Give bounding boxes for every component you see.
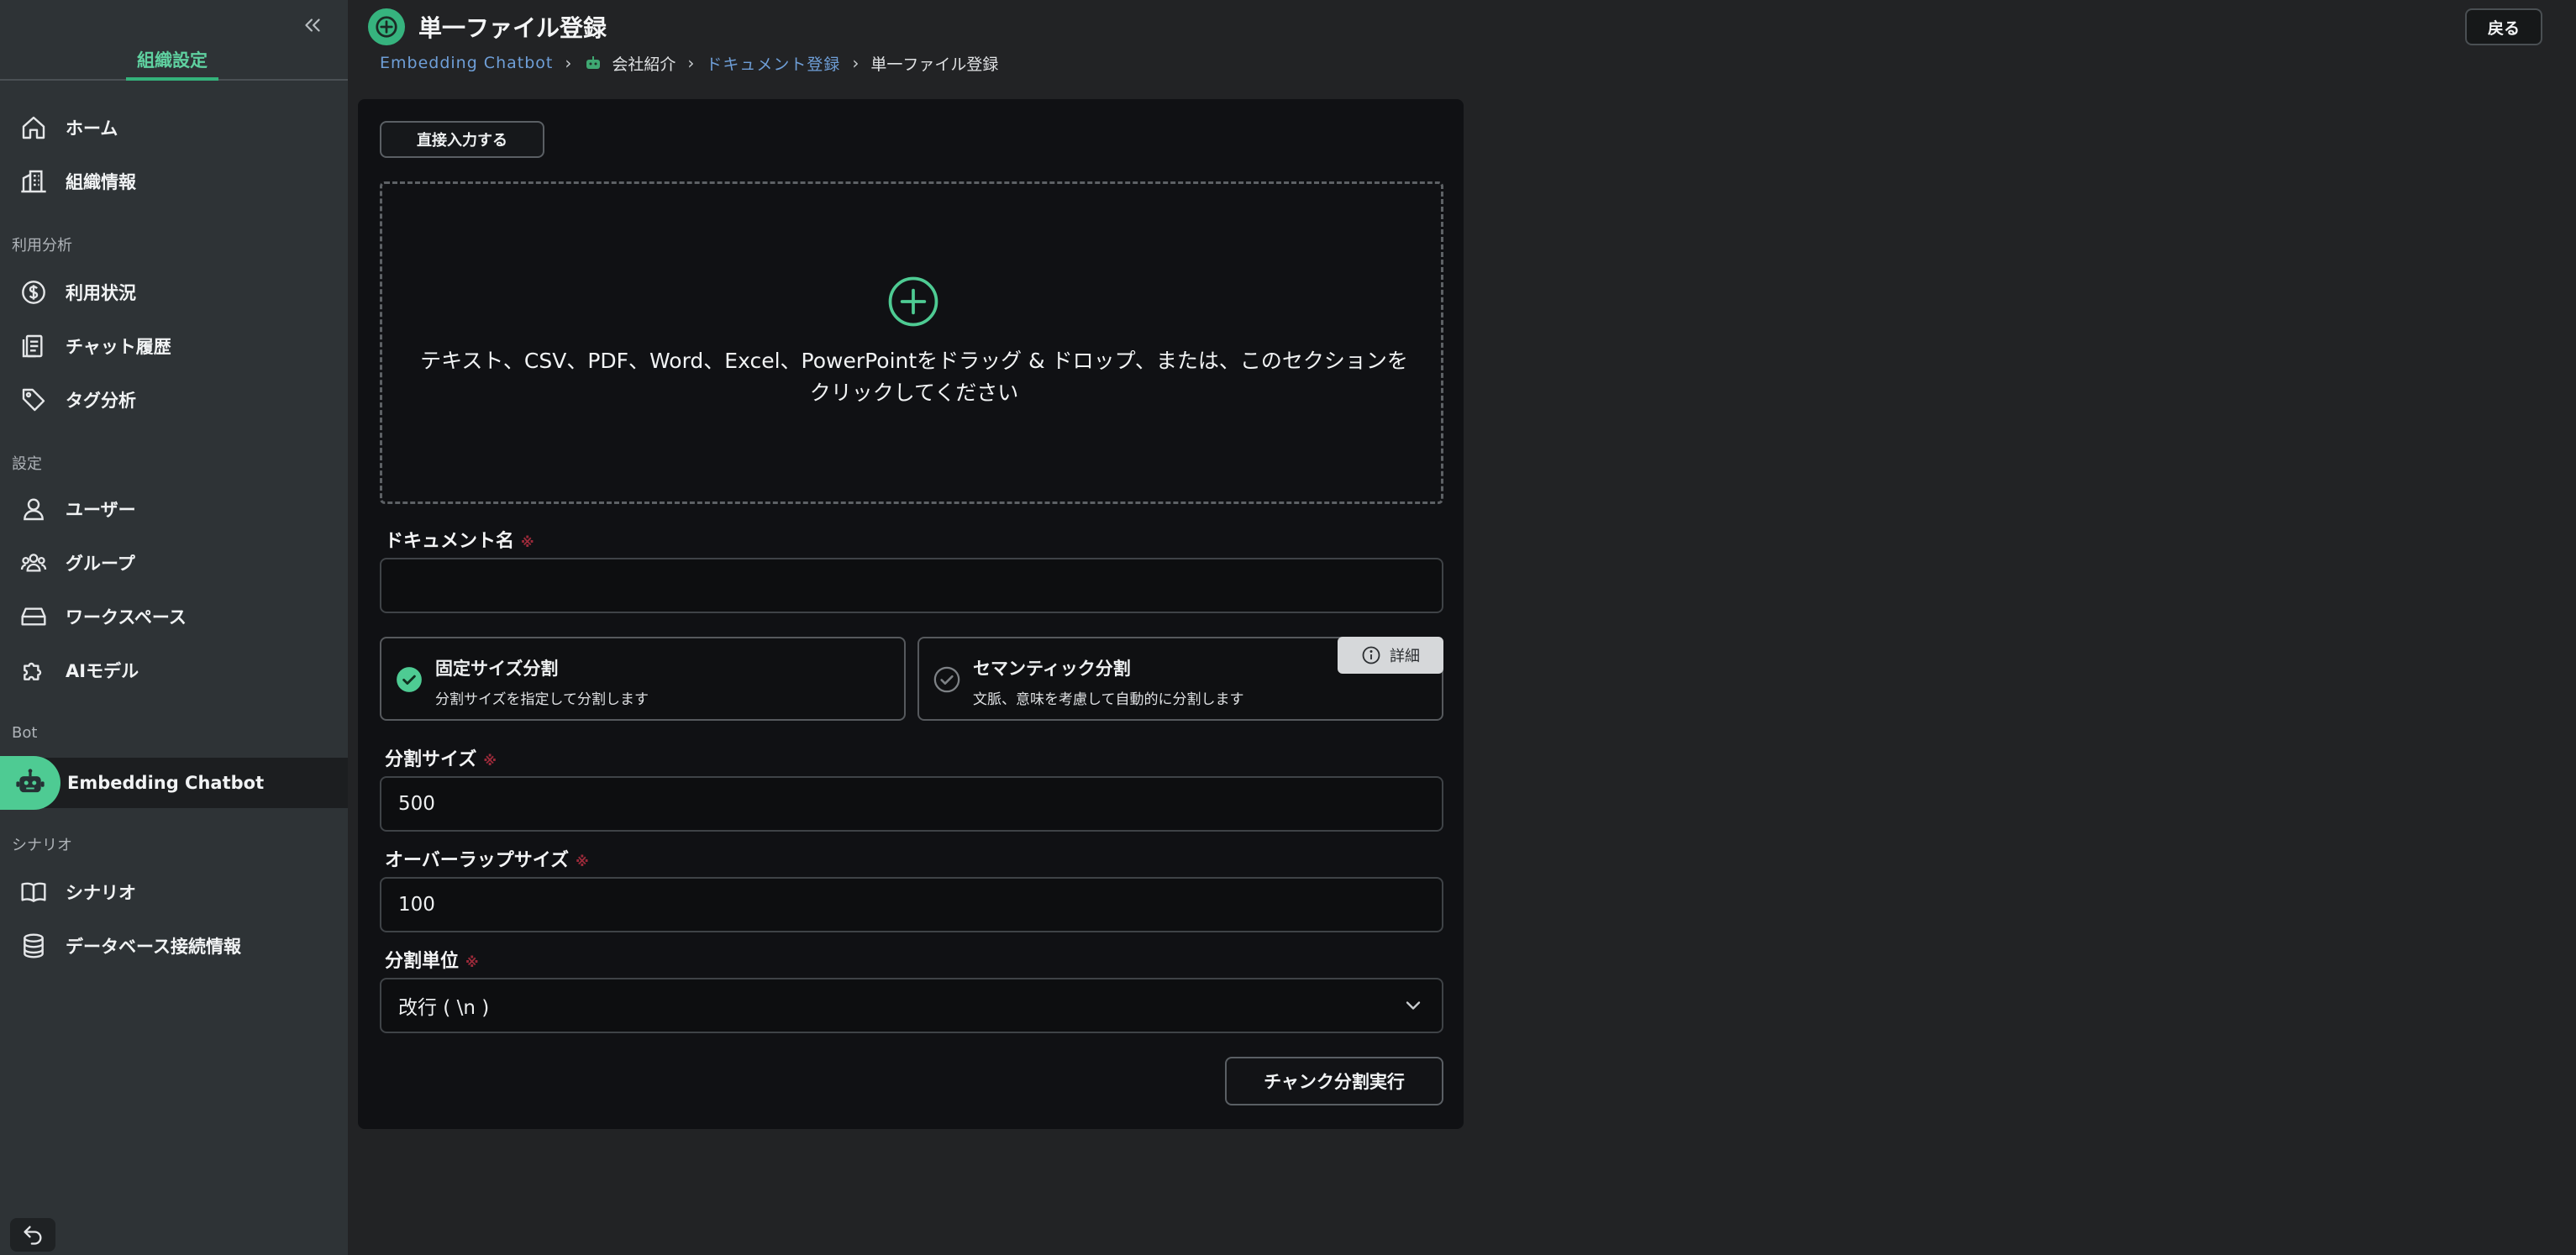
split-unit-label-text: 分割単位 <box>385 951 460 972</box>
sidebar-item-label: ユーザー <box>66 500 136 520</box>
sidebar-item-embedding-chatbot[interactable]: Embedding Chatbot <box>0 756 348 810</box>
document-name-label-text: ドキュメント名 <box>385 531 515 552</box>
file-dropzone[interactable]: テキスト、CSV、PDF、Word、Excel、PowerPointをドラッグ … <box>380 181 1443 504</box>
check-circle-filled-icon <box>397 667 422 692</box>
chevron-down-icon <box>1406 1001 1421 1010</box>
dropzone-instructions: テキスト、CSV、PDF、Word、Excel、PowerPointをドラッグ … <box>399 345 1429 409</box>
dollar-circle-icon <box>17 276 50 309</box>
tag-icon <box>17 383 50 417</box>
sidebar-item-label: 組織情報 <box>66 172 136 192</box>
execute-chunk-split-button[interactable]: チャンク分割実行 <box>1225 1057 1443 1105</box>
section-label-settings: 設定 <box>12 455 42 473</box>
sidebar-item-workspace[interactable]: ワークスペース <box>0 591 348 642</box>
sidebar-item-tag-analysis[interactable]: タグ分析 <box>0 375 348 425</box>
sidebar-item-groups[interactable]: グループ <box>0 538 348 588</box>
direct-input-button[interactable]: 直接入力する <box>380 121 544 158</box>
breadcrumb-document-registration[interactable]: ドキュメント登録 <box>706 52 840 75</box>
sidebar-item-home[interactable]: ホーム <box>0 102 348 153</box>
detail-button[interactable]: 詳細 <box>1338 637 1443 674</box>
registration-form-card: 直接入力する テキスト、CSV、PDF、Word、Excel、PowerPoin… <box>358 99 1464 1129</box>
double-chevron-left-icon <box>305 18 320 32</box>
sidebar-item-scenario[interactable]: シナリオ <box>0 867 348 917</box>
undo-button[interactable] <box>10 1218 55 1252</box>
chevron-right-icon: › <box>687 53 695 73</box>
breadcrumb: Embedding Chatbot › 会社紹介 › ドキュメント登録 › 単一… <box>380 50 998 76</box>
robot-icon <box>0 756 60 810</box>
breadcrumb-company-intro[interactable]: 会社紹介 <box>612 52 676 75</box>
plus-circle-icon <box>888 276 938 327</box>
section-label-analytics: 利用分析 <box>12 237 72 255</box>
inbox-icon <box>17 600 50 633</box>
split-size-label: 分割サイズ ※ <box>385 744 497 771</box>
sidebar-item-label: 利用状況 <box>66 283 136 303</box>
split-unit-value: 改行 ( \n ) <box>398 997 490 1019</box>
puzzle-icon <box>17 654 50 687</box>
sidebar-item-db-connection[interactable]: データベース接続情報 <box>0 921 348 971</box>
sidebar-item-label: ワークスペース <box>66 607 187 628</box>
sidebar-item-label: タグ分析 <box>66 391 136 411</box>
undo-icon <box>24 1226 42 1245</box>
required-mark: ※ <box>521 533 534 550</box>
required-mark: ※ <box>465 953 479 970</box>
sidebar-item-label: チャット履歴 <box>66 337 171 357</box>
overlap-size-label: オーバーラップサイズ ※ <box>385 845 589 872</box>
clipboard-icon <box>17 329 50 363</box>
chevron-right-icon: › <box>852 53 860 73</box>
sidebar-item-ai-model[interactable]: AIモデル <box>0 645 348 696</box>
required-mark: ※ <box>576 853 589 869</box>
split-unit-label: 分割単位 ※ <box>385 946 479 973</box>
breadcrumb-single-file-registration: 単一ファイル登録 <box>870 55 999 74</box>
collapse-sidebar-button[interactable] <box>297 10 328 40</box>
sidebar-item-label: AIモデル <box>66 661 139 681</box>
overlap-size-input[interactable]: 100 <box>380 877 1443 932</box>
chevron-right-icon: › <box>565 53 572 73</box>
semantic-split-desc: 文脈、意味を考慮して自動的に分割します <box>973 691 1244 708</box>
robot-icon <box>583 53 603 73</box>
sidebar-item-chat-history[interactable]: チャット履歴 <box>0 321 348 371</box>
section-label-scenario: シナリオ <box>12 837 72 854</box>
document-name-label: ドキュメント名 ※ <box>385 526 534 553</box>
sidebar-item-usage[interactable]: 利用状況 <box>0 267 348 318</box>
fixed-size-split-desc: 分割サイズを指定して分割します <box>435 691 649 708</box>
breadcrumb-embedding-chatbot[interactable]: Embedding Chatbot <box>380 54 553 72</box>
sidebar-item-label: ホーム <box>66 118 118 139</box>
app-root: 組織設定 ホーム 組織情報 利用分析 利用状況 チャット履歴 タグ分析 設定 ユ… <box>0 0 2576 1255</box>
sidebar-item-users[interactable]: ユーザー <box>0 484 348 534</box>
required-mark: ※ <box>483 752 497 769</box>
check-circle-outline-icon <box>933 666 960 693</box>
section-label-bot: Bot <box>12 724 38 742</box>
org-settings-tab[interactable]: 組織設定 <box>0 42 348 81</box>
split-size-label-text: 分割サイズ <box>385 749 477 770</box>
fixed-size-split-title: 固定サイズ分割 <box>435 659 559 679</box>
add-circle-icon <box>368 8 405 45</box>
dropzone-text-line2: クリックしてください <box>809 381 1019 405</box>
org-settings-tab-label: 組織設定 <box>126 47 218 81</box>
fixed-size-split-option[interactable]: 固定サイズ分割 分割サイズを指定して分割します <box>380 637 906 721</box>
group-icon <box>17 546 50 580</box>
sidebar-item-org-info[interactable]: 組織情報 <box>0 156 348 207</box>
dropzone-text-line1: テキスト、CSV、PDF、Word、Excel、PowerPointをドラッグ … <box>420 349 1408 373</box>
user-icon <box>17 492 50 526</box>
sidebar-item-label: グループ <box>66 554 135 574</box>
overlap-size-label-text: オーバーラップサイズ <box>385 850 570 871</box>
split-unit-select[interactable]: 改行 ( \n ) <box>380 978 1443 1033</box>
back-button[interactable]: 戻る <box>2465 8 2542 45</box>
split-size-input[interactable]: 500 <box>380 776 1443 832</box>
sidebar-item-label: Embedding Chatbot <box>67 773 265 793</box>
sidebar-item-label: データベース接続情報 <box>66 937 241 957</box>
sidebar: 組織設定 ホーム 組織情報 利用分析 利用状況 チャット履歴 タグ分析 設定 ユ… <box>0 0 348 1255</box>
sidebar-item-label: シナリオ <box>66 883 136 903</box>
document-name-input[interactable] <box>380 558 1443 613</box>
building-icon <box>17 165 50 198</box>
semantic-split-title: セマンティック分割 <box>973 659 1131 679</box>
detail-button-label: 詳細 <box>1390 648 1420 665</box>
info-icon <box>1361 645 1381 665</box>
home-icon <box>17 111 50 144</box>
page-title: 単一ファイル登録 <box>418 14 607 42</box>
database-icon <box>17 929 50 963</box>
book-icon <box>17 875 50 909</box>
